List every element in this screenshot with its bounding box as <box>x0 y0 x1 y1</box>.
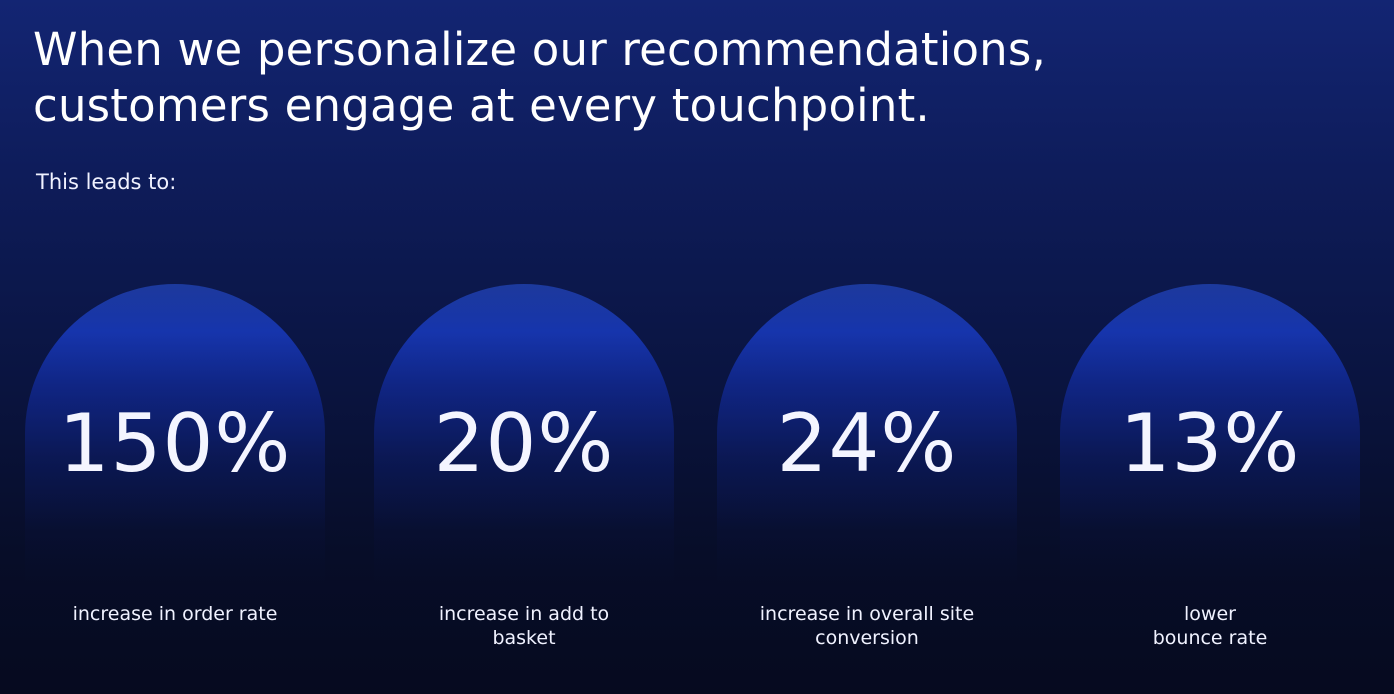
subheading: This leads to: <box>36 170 177 194</box>
headline: When we personalize our recommendations,… <box>33 22 1233 134</box>
headline-line-2: customers engage at every touchpoint. <box>33 79 930 132</box>
stat-card-bounce-rate: 13% lower bounce rate <box>1045 284 1375 664</box>
stat-value: 20% <box>433 397 615 490</box>
headline-line-1: When we personalize our recommendations, <box>33 23 1047 76</box>
stat-label-line-2: conversion <box>815 627 919 649</box>
stat-label: lower bounce rate <box>1045 602 1375 650</box>
stat-label-line-2: bounce rate <box>1152 627 1268 649</box>
stat-card-order-rate: 150% increase in order rate <box>10 284 340 664</box>
stat-label-line-1: increase in add to <box>438 603 610 625</box>
stat-value: 24% <box>776 397 958 490</box>
stat-label-line-1: lower <box>1184 603 1236 625</box>
stat-label: increase in add to basket <box>359 602 689 650</box>
stat-label-line-2: basket <box>492 627 556 649</box>
stat-value: 13% <box>1119 397 1301 490</box>
stat-label: increase in overall site conversion <box>702 602 1032 650</box>
stat-value: 150% <box>58 397 292 490</box>
stat-card-add-to-basket: 20% increase in add to basket <box>359 284 689 664</box>
stat-label: increase in order rate <box>10 602 340 626</box>
stat-label-line-1: increase in order rate <box>72 603 278 625</box>
stat-label-line-1: increase in overall site <box>759 603 975 625</box>
stat-card-site-conversion: 24% increase in overall site conversion <box>702 284 1032 664</box>
